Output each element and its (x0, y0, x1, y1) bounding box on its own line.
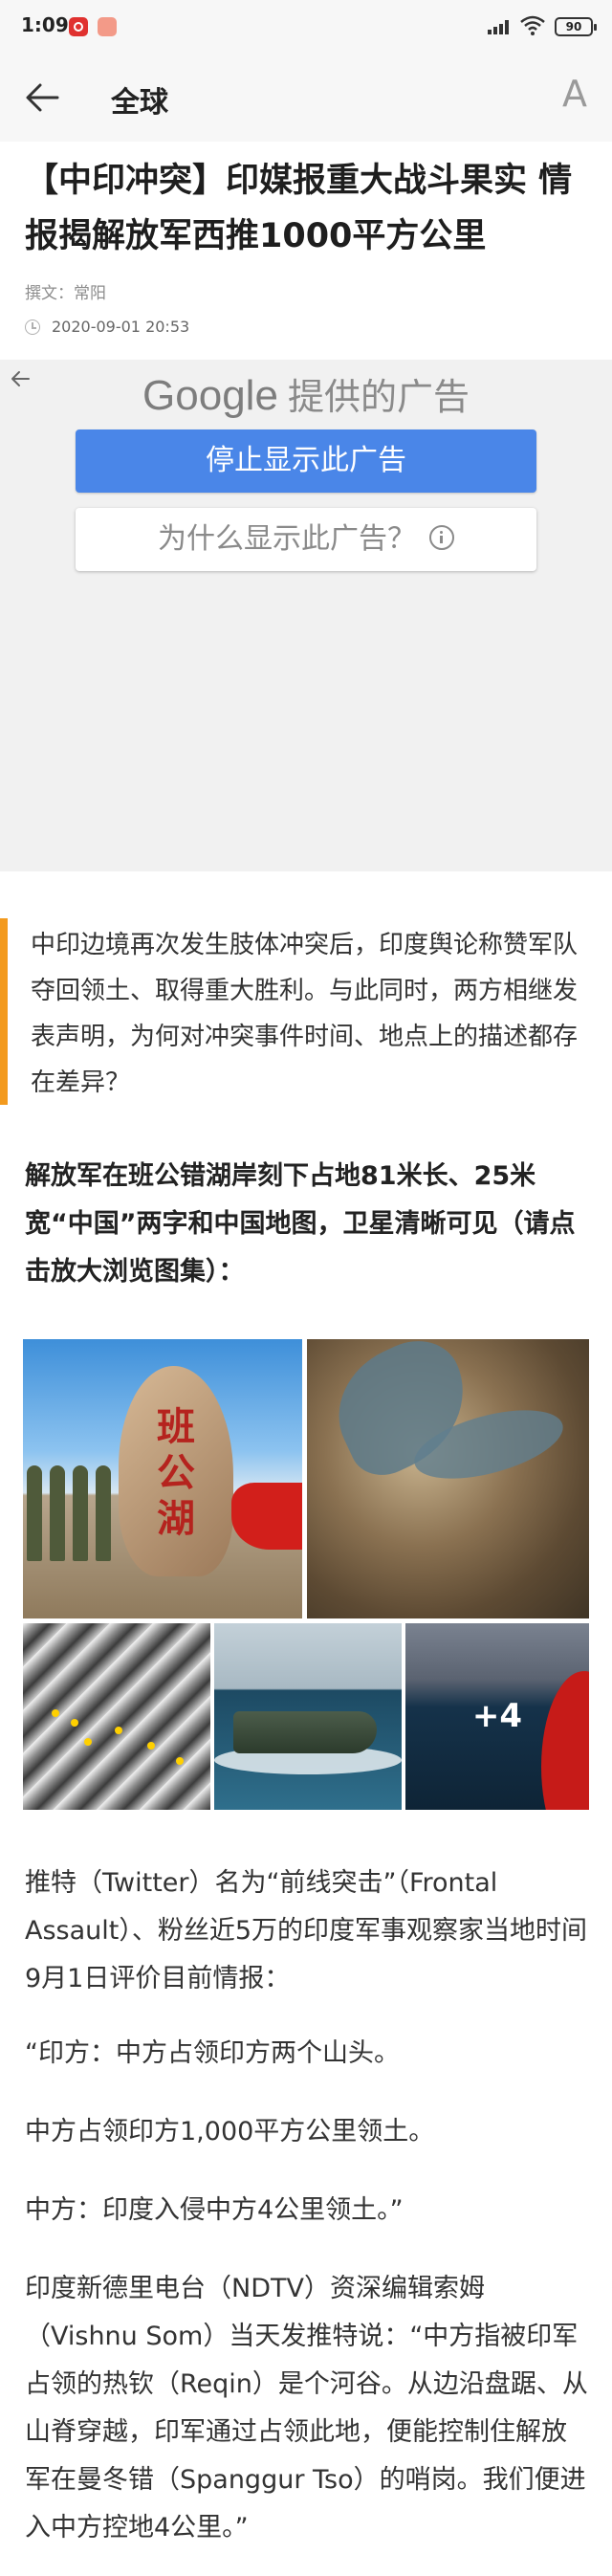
map-marker (71, 1719, 78, 1727)
notification-app-icon (69, 17, 88, 36)
gallery-image-patrol-boat[interactable] (214, 1623, 402, 1810)
gallery-image-satellite-map[interactable] (307, 1339, 589, 1618)
map-marker (147, 1742, 155, 1750)
status-time: 1:09 (21, 13, 69, 36)
body-paragraph: 中方占领印方1,000平方公里领土。 (25, 2117, 435, 2147)
lead-quote-text: 中印边境再次发生肢体冲突后，印度舆论称赞军队夺回领土、取得重大胜利。与此同时，两… (31, 931, 579, 1097)
info-icon (429, 524, 454, 550)
notification-app-icon-2 (98, 17, 117, 36)
gallery-more-count: +4 (471, 1697, 523, 1735)
why-ad-button[interactable]: 为什么显示此广告？ (76, 508, 536, 571)
gallery-image-pangong-rock[interactable]: 班公湖 (23, 1339, 302, 1618)
back-arrow-icon[interactable] (23, 80, 61, 115)
body-paragraph: 推特（Twitter）名为“前线突击”（Frontal Assault）、粉丝近… (25, 1868, 588, 1993)
clock-icon (25, 319, 40, 335)
map-marker (52, 1709, 59, 1717)
gallery-image-more[interactable]: +4 (405, 1623, 589, 1810)
map-marker (176, 1757, 184, 1765)
status-bar: 1:09 90 (0, 0, 612, 54)
article-date: 2020-09-01 20:53 (52, 318, 190, 336)
map-marker (84, 1738, 92, 1746)
soldier-figure (96, 1465, 111, 1561)
ad-provided-label: 提供的广告 (287, 376, 470, 418)
rock-inscription: 班公湖 (157, 1404, 195, 1541)
stop-ad-button[interactable]: 停止显示此广告 (76, 429, 536, 493)
lead-quote: 中印边境再次发生肢体冲突后，印度舆论称赞军队夺回领土、取得重大胜利。与此同时，两… (0, 918, 612, 1105)
soldier-figure (73, 1465, 88, 1561)
quote-accent-bar (0, 918, 8, 1105)
soldier-figure (27, 1465, 42, 1561)
article-author: 撰文：常阳 (25, 284, 106, 303)
ad-attribution: Google 提供的广告 (0, 367, 612, 420)
body-paragraph: 印度新德里电台（NDTV）资深编辑索姆（Vishnu Som）当天发推特说：“中… (25, 2274, 588, 2543)
ad-block: Google 提供的广告 停止显示此广告 为什么显示此广告？ (0, 360, 612, 871)
page-title: 全球 (111, 86, 168, 120)
font-size-button[interactable]: A (562, 73, 587, 115)
photo-gallery: 班公湖 +4 (23, 1339, 589, 1810)
body-paragraph: 中方：印度入侵中方4公里领土。” (25, 2195, 404, 2225)
battery-icon: 90 (555, 17, 597, 36)
bold-paragraph: 解放军在班公错湖岸刻下占地81米长、25米宽“中国”两字和中国地图，卫星清晰可见… (25, 1161, 576, 1287)
wifi-icon (520, 15, 545, 35)
map-marker (115, 1727, 122, 1734)
soldier-figure (50, 1465, 65, 1561)
patrol-boat (233, 1711, 377, 1753)
signal-icon (488, 19, 513, 34)
gallery-image-mountain-satellite[interactable] (23, 1623, 210, 1810)
app-header: 全球 A (0, 54, 612, 142)
flag-graphic (231, 1483, 302, 1550)
article-title: 【中印冲突】印媒报重大战斗果实 情报揭解放军西推1000平方公里 (25, 162, 573, 255)
body-paragraph: “印方：中方占领印方两个山头。 (25, 2038, 400, 2068)
google-logo: Google (142, 372, 278, 419)
why-ad-label: 为什么显示此广告？ (158, 522, 416, 556)
